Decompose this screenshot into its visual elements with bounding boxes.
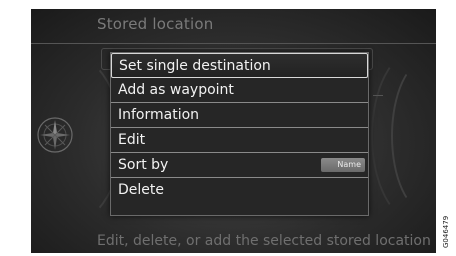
menu-item-set-single-destination[interactable]: Set single destination xyxy=(111,53,368,78)
background-tick xyxy=(373,95,383,96)
page-title: Stored location xyxy=(97,15,214,33)
menu-item-information[interactable]: Information xyxy=(111,103,368,128)
help-text: Edit, delete, or add the selected stored… xyxy=(97,233,431,249)
menu-item-label: Delete xyxy=(118,182,164,198)
menu-item-delete[interactable]: Delete xyxy=(111,178,368,203)
menu-item-label: Information xyxy=(118,107,200,123)
menu-item-sort-by[interactable]: Sort by Name xyxy=(111,153,368,178)
navigation-screen: Stored location Set single destination A… xyxy=(31,9,436,253)
header-divider xyxy=(31,43,436,44)
menu-item-label: Edit xyxy=(118,132,146,148)
menu-item-edit[interactable]: Edit xyxy=(111,128,368,153)
sort-by-value-badge: Name xyxy=(321,158,365,172)
menu-item-label: Set single destination xyxy=(119,58,271,74)
figure-code: G046479 xyxy=(442,215,450,248)
menu-item-label: Add as waypoint xyxy=(118,82,234,98)
menu-item-label: Sort by xyxy=(118,157,169,173)
compass-rose-icon xyxy=(37,117,73,153)
context-menu: Set single destination Add as waypoint I… xyxy=(110,52,369,216)
menu-item-add-as-waypoint[interactable]: Add as waypoint xyxy=(111,78,368,103)
